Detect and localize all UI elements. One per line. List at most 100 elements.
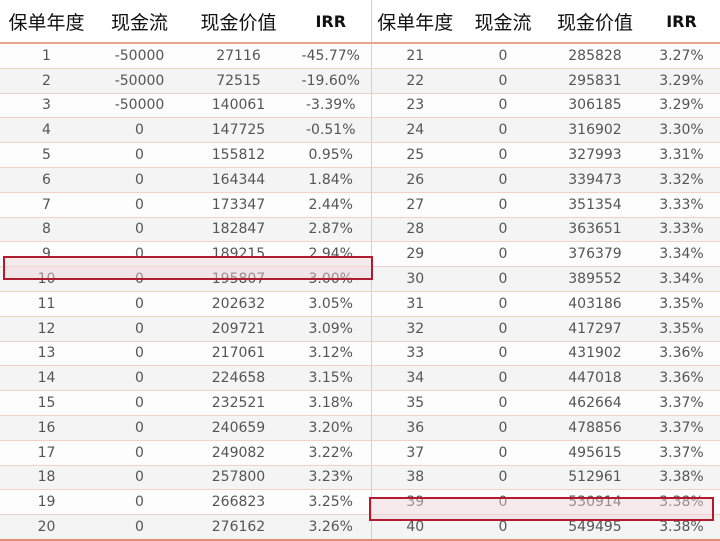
irr-cell: 3.30%: [643, 117, 720, 144]
policy-year-cell: 5: [0, 142, 93, 168]
irr-cell: 3.12%: [291, 341, 372, 367]
irr-cell: 3.31%: [643, 142, 720, 168]
irr-cell: 2.94%: [291, 241, 372, 268]
table-row: 2 -50000 72515 -19.60% 22 0 295831 3.29%: [0, 68, 720, 94]
table-row: 17 0 249082 3.22% 37 0 495615 3.37%: [0, 440, 720, 466]
policy-year-cell: 23: [371, 93, 459, 119]
irr-cell: 3.26%: [291, 514, 372, 541]
cash-flow-cell: 0: [93, 440, 186, 466]
cash-flow-cell: 0: [459, 489, 547, 516]
policy-year-cell: 36: [371, 415, 459, 441]
policy-year-cell: 38: [371, 465, 459, 491]
header-policy-year-left: 保单年度: [0, 0, 93, 44]
irr-cell: 3.33%: [643, 192, 720, 218]
cash-flow-cell: 0: [93, 365, 186, 392]
cash-flow-cell: 0: [459, 514, 547, 541]
cash-value-cell: 295831: [547, 68, 643, 94]
cash-flow-cell: 0: [93, 415, 186, 441]
table-row: 10 0 195807 3.00% 30 0 389552 3.34%: [0, 266, 720, 292]
policy-year-cell: 31: [371, 291, 459, 317]
policy-year-cell: 40: [371, 514, 459, 541]
cash-value-irr-table: 保单年度 现金流 现金价值 IRR 保单年度 现金流 现金价值 IRR 1 -50…: [0, 0, 720, 541]
cash-value-cell: 266823: [186, 489, 291, 516]
table-body: 1 -50000 27116 -45.77% 21 0 285828 3.27% 2 -50000…: [0, 43, 720, 541]
header-cash-flow-right: 现金流: [459, 0, 547, 44]
cash-value-cell: 431902: [547, 341, 643, 367]
irr-cell: 3.22%: [291, 440, 372, 466]
policy-year-cell: 1: [0, 43, 93, 69]
cash-flow-cell: 0: [459, 117, 547, 144]
policy-year-cell: 17: [0, 440, 93, 466]
policy-year-cell: 2: [0, 68, 93, 94]
irr-cell: 3.25%: [291, 489, 372, 516]
cash-value-cell: 403186: [547, 291, 643, 317]
irr-cell: 3.35%: [643, 291, 720, 317]
policy-year-cell: 27: [371, 192, 459, 218]
cash-value-cell: 182847: [186, 217, 291, 243]
policy-year-cell: 15: [0, 390, 93, 416]
cash-value-cell: 173347: [186, 192, 291, 218]
irr-cell: 3.36%: [643, 365, 720, 392]
cash-value-cell: 155812: [186, 142, 291, 168]
cash-flow-cell: 0: [459, 465, 547, 491]
cash-flow-cell: 0: [459, 341, 547, 367]
cash-value-cell: 164344: [186, 167, 291, 193]
cash-flow-cell: 0: [459, 316, 547, 342]
cash-value-cell: 249082: [186, 440, 291, 466]
cash-value-table-container: 保单年度 现金流 现金价值 IRR 保单年度 现金流 现金价值 IRR 1 -50…: [0, 0, 720, 541]
table-header: 保单年度 现金流 现金价值 IRR 保单年度 现金流 现金价值 IRR: [0, 0, 720, 44]
policy-year-cell: 37: [371, 440, 459, 466]
irr-cell: 3.35%: [643, 316, 720, 342]
cash-flow-cell: 0: [459, 43, 547, 69]
policy-year-cell: 7: [0, 192, 93, 218]
policy-year-cell: 29: [371, 241, 459, 268]
irr-cell: 3.15%: [291, 365, 372, 392]
table-row: 13 0 217061 3.12% 33 0 431902 3.36%: [0, 341, 720, 367]
irr-cell: 2.44%: [291, 192, 372, 218]
cash-flow-cell: 0: [93, 192, 186, 218]
header-cash-value-left: 现金价值: [186, 0, 291, 44]
table-row: 18 0 257800 3.23% 38 0 512961 3.38%: [0, 465, 720, 491]
cash-flow-cell: 0: [459, 93, 547, 119]
cash-value-cell: 276162: [186, 514, 291, 541]
cash-flow-cell: 0: [93, 167, 186, 193]
cash-value-cell: 478856: [547, 415, 643, 441]
irr-cell: 3.36%: [643, 341, 720, 367]
cash-value-cell: 209721: [186, 316, 291, 342]
policy-year-cell: 35: [371, 390, 459, 416]
cash-flow-cell: 0: [459, 241, 547, 268]
cash-value-cell: 495615: [547, 440, 643, 466]
policy-year-cell: 24: [371, 117, 459, 144]
table-row: 9 0 189215 2.94% 29 0 376379 3.34%: [0, 241, 720, 268]
table-row: 6 0 164344 1.84% 26 0 339473 3.32%: [0, 167, 720, 193]
policy-year-cell: 28: [371, 217, 459, 243]
policy-year-cell: 9: [0, 241, 93, 268]
cash-flow-cell: 0: [93, 142, 186, 168]
cash-flow-cell: 0: [93, 241, 186, 268]
policy-year-cell: 19: [0, 489, 93, 516]
irr-cell: 3.34%: [643, 266, 720, 292]
cash-flow-cell: 0: [93, 489, 186, 516]
policy-year-cell: 26: [371, 167, 459, 193]
policy-year-cell: 12: [0, 316, 93, 342]
cash-value-cell: 376379: [547, 241, 643, 268]
cash-flow-cell: 0: [93, 514, 186, 541]
table-row: 7 0 173347 2.44% 27 0 351354 3.33%: [0, 192, 720, 218]
irr-cell: 2.87%: [291, 217, 372, 243]
cash-value-cell: 202632: [186, 291, 291, 317]
table-row: 4 0 147725 -0.51% 24 0 316902 3.30%: [0, 117, 720, 144]
cash-flow-cell: 0: [93, 217, 186, 243]
policy-year-cell: 20: [0, 514, 93, 541]
cash-flow-cell: 0: [459, 142, 547, 168]
irr-cell: 3.37%: [643, 390, 720, 416]
header-cash-value-right: 现金价值: [547, 0, 643, 44]
policy-year-cell: 3: [0, 93, 93, 119]
cash-value-cell: 257800: [186, 465, 291, 491]
cash-value-cell: 72515: [186, 68, 291, 94]
policy-year-cell: 6: [0, 167, 93, 193]
irr-cell: 3.29%: [643, 93, 720, 119]
cash-value-cell: 316902: [547, 117, 643, 144]
irr-cell: 0.95%: [291, 142, 372, 168]
irr-cell: 3.38%: [643, 465, 720, 491]
cash-value-cell: 224658: [186, 365, 291, 392]
